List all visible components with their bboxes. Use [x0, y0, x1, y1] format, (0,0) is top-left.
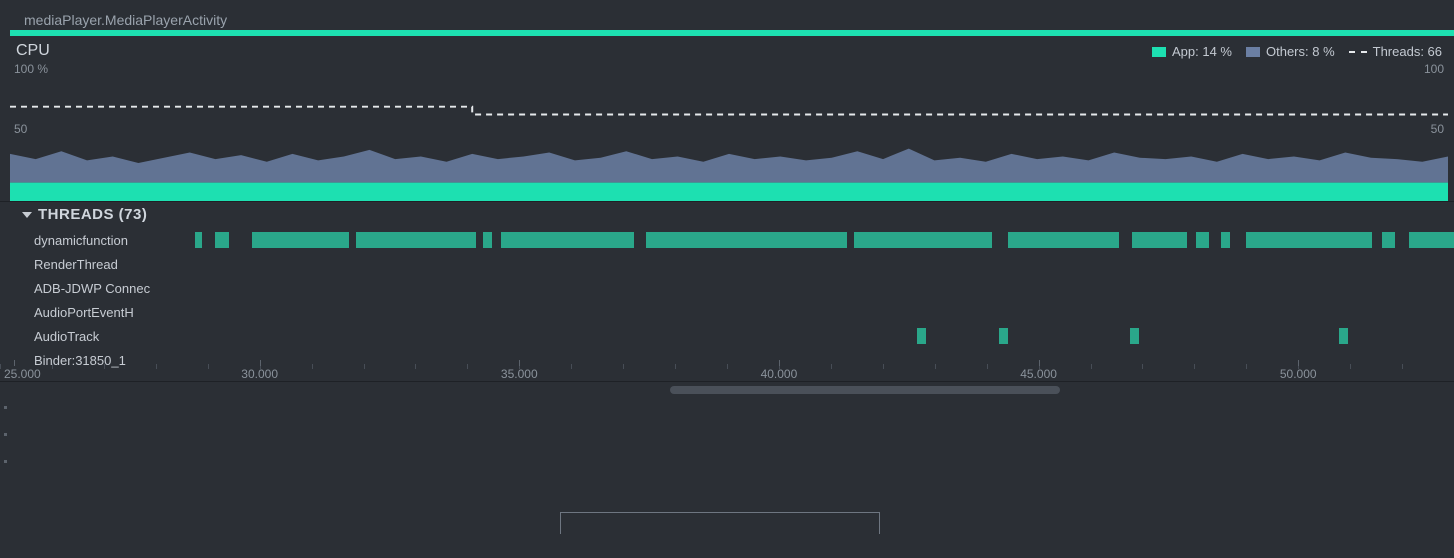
time-tick: 25.000	[14, 360, 51, 381]
thread-activity-segment[interactable]	[1132, 232, 1186, 248]
selection-handle[interactable]	[560, 512, 880, 534]
thread-activity-segment[interactable]	[1130, 328, 1139, 344]
threads-header-label: THREADS (73)	[38, 206, 147, 223]
thread-rows: dynamicfunction RenderThread ADB-JDWP Conn…	[0, 228, 1454, 363]
thread-track[interactable]	[186, 278, 1454, 298]
thread-track[interactable]	[186, 302, 1454, 322]
swatch-threads-icon	[1349, 51, 1367, 53]
chevron-down-icon	[22, 212, 32, 218]
thread-activity-segment[interactable]	[999, 328, 1008, 344]
thread-label: RenderThread	[0, 257, 186, 272]
legend-threads-label: Threads: 66	[1373, 44, 1442, 59]
thread-activity-segment[interactable]	[646, 232, 848, 248]
thread-row[interactable]: AudioTrack	[0, 324, 1454, 348]
thread-activity-segment[interactable]	[917, 328, 926, 344]
cpu-legend: App: 14 % Others: 8 % Threads: 66	[1152, 44, 1442, 59]
swatch-app-icon	[1152, 47, 1166, 57]
thread-track[interactable]	[186, 254, 1454, 274]
legend-threads: Threads: 66	[1349, 44, 1442, 59]
cpu-title: CPU	[16, 42, 50, 60]
thread-activity-segment[interactable]	[1008, 232, 1119, 248]
legend-others: Others: 8 %	[1246, 44, 1335, 59]
threads-panel: THREADS (73) dynamicfunction RenderThread…	[0, 202, 1454, 382]
threads-header[interactable]: THREADS (73)	[0, 202, 1454, 227]
left-gutter-dots	[4, 382, 8, 463]
time-tick: 40.000	[779, 360, 816, 381]
time-tick: 35.000	[519, 360, 556, 381]
thread-activity-segment[interactable]	[1382, 232, 1396, 248]
cpu-chart[interactable]	[10, 70, 1448, 201]
legend-app-label: App: 14 %	[1172, 44, 1232, 59]
activity-title: mediaPlayer.MediaPlayerActivity	[24, 12, 227, 28]
thread-activity-segment[interactable]	[195, 232, 202, 248]
thread-activity-segment[interactable]	[1246, 232, 1373, 248]
thread-activity-segment[interactable]	[483, 232, 492, 248]
thread-label: AudioTrack	[0, 329, 186, 344]
thread-row[interactable]: dynamicfunction	[0, 228, 1454, 252]
thread-label: AudioPortEventH	[0, 305, 186, 320]
legend-others-label: Others: 8 %	[1266, 44, 1335, 59]
thread-row[interactable]: ADB-JDWP Connec	[0, 276, 1454, 300]
details-area	[0, 382, 1454, 534]
thread-track[interactable]	[186, 326, 1454, 346]
thread-activity-segment[interactable]	[1221, 232, 1230, 248]
thread-activity-segment[interactable]	[215, 232, 229, 248]
thread-activity-segment[interactable]	[501, 232, 635, 248]
horizontal-scrollbar[interactable]	[670, 386, 1060, 394]
time-tick: 50.000	[1298, 360, 1335, 381]
thread-activity-segment[interactable]	[1339, 328, 1348, 344]
activity-title-bar: mediaPlayer.MediaPlayerActivity	[0, 0, 1454, 30]
thread-activity-segment[interactable]	[252, 232, 349, 248]
legend-app: App: 14 %	[1152, 44, 1232, 59]
thread-label: ADB-JDWP Connec	[0, 281, 186, 296]
thread-activity-segment[interactable]	[1196, 232, 1210, 248]
thread-track[interactable]	[186, 230, 1454, 250]
time-tick: 45.000	[1039, 360, 1076, 381]
swatch-others-icon	[1246, 47, 1260, 57]
thread-activity-segment[interactable]	[1409, 232, 1454, 248]
time-axis: 25.000 30.000 35.000 40.000 45.000 50.000	[0, 363, 1454, 381]
thread-label: dynamicfunction	[0, 233, 186, 248]
time-tick: 30.000	[260, 360, 297, 381]
thread-activity-segment[interactable]	[356, 232, 476, 248]
cpu-panel: CPU 100 % 50 100 50 App: 14 % Others: 8 …	[0, 36, 1454, 202]
thread-row[interactable]: RenderThread	[0, 252, 1454, 276]
thread-activity-segment[interactable]	[854, 232, 992, 248]
thread-row[interactable]: AudioPortEventH	[0, 300, 1454, 324]
